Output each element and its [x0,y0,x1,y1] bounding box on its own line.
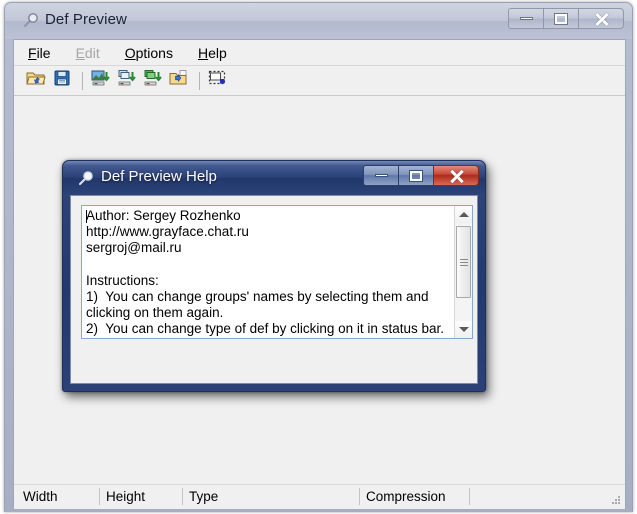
menu-item-help[interactable]: Help [198,45,227,61]
maximize-icon [409,169,423,182]
main-window-title: Def Preview [45,11,127,28]
magnifier-icon [22,11,40,29]
selection-marquee-button[interactable] [206,69,230,93]
toolbar-separator [82,71,83,90]
import-image-button[interactable] [89,69,113,93]
maximize-icon [554,12,568,25]
close-icon [449,169,463,183]
status-panel-height[interactable]: Height [99,487,182,507]
close-button[interactable] [578,8,624,29]
toolbar-separator [199,71,200,90]
import-frames-icon [117,69,137,92]
selection-marquee-icon [208,69,228,92]
help-dialog-body: Author: Sergey Rozhenko http://www.grayf… [70,195,478,384]
toolbar [14,66,625,96]
save-disk-button[interactable] [50,69,74,93]
open-folder-icon [26,69,46,92]
help-dialog-titlebar[interactable]: Def Preview Help [63,161,485,195]
help-text-area[interactable]: Author: Sergey Rozhenko http://www.grayf… [81,205,473,339]
minimize-icon [374,174,388,177]
close-icon [594,12,608,26]
status-panel-width[interactable]: Width [16,487,99,507]
menu-item-options[interactable]: Options [125,45,173,61]
help-dialog: Def Preview Help Author: Sergey Rozhenko… [62,160,486,392]
menu-item-edit: Edit [75,44,100,61]
import-group-button[interactable] [141,69,165,93]
main-window-titlebar[interactable]: Def Preview [5,3,632,39]
add-folder-icon [169,69,189,92]
help-close-button[interactable] [433,165,479,186]
import-group-icon [143,69,163,92]
menu-item-file[interactable]: File [28,45,51,61]
scroll-down-icon [458,327,469,332]
statusbar: Width Height Type Compression [14,484,625,509]
scroll-up-button[interactable] [455,206,472,223]
scroll-thumb[interactable] [456,226,471,298]
minimize-button[interactable] [508,8,544,29]
add-folder-button[interactable] [167,69,191,93]
save-disk-icon [53,69,71,92]
status-separator [469,488,470,505]
minimize-icon [519,17,533,20]
status-panel-type[interactable]: Type [182,487,359,507]
help-minimize-button[interactable] [363,165,399,186]
main-window-controls [508,8,624,29]
help-maximize-button[interactable] [398,165,434,186]
help-dialog-controls [363,165,479,186]
scroll-up-icon [458,212,469,217]
magnifier-icon [77,169,95,187]
import-image-icon [91,69,111,92]
status-panel-compression[interactable]: Compression [359,487,529,507]
menubar: File Edit Options Help [14,40,625,66]
scroll-down-button[interactable] [455,321,472,338]
scroll-grip-icon [459,258,468,266]
open-folder-button[interactable] [24,69,48,93]
import-frames-button[interactable] [115,69,139,93]
resize-grip-icon[interactable] [609,494,622,507]
help-scrollbar[interactable] [454,206,472,338]
help-dialog-title: Def Preview Help [101,168,217,185]
maximize-button[interactable] [543,8,579,29]
help-text-content: Author: Sergey Rozhenko http://www.grayf… [86,208,444,337]
